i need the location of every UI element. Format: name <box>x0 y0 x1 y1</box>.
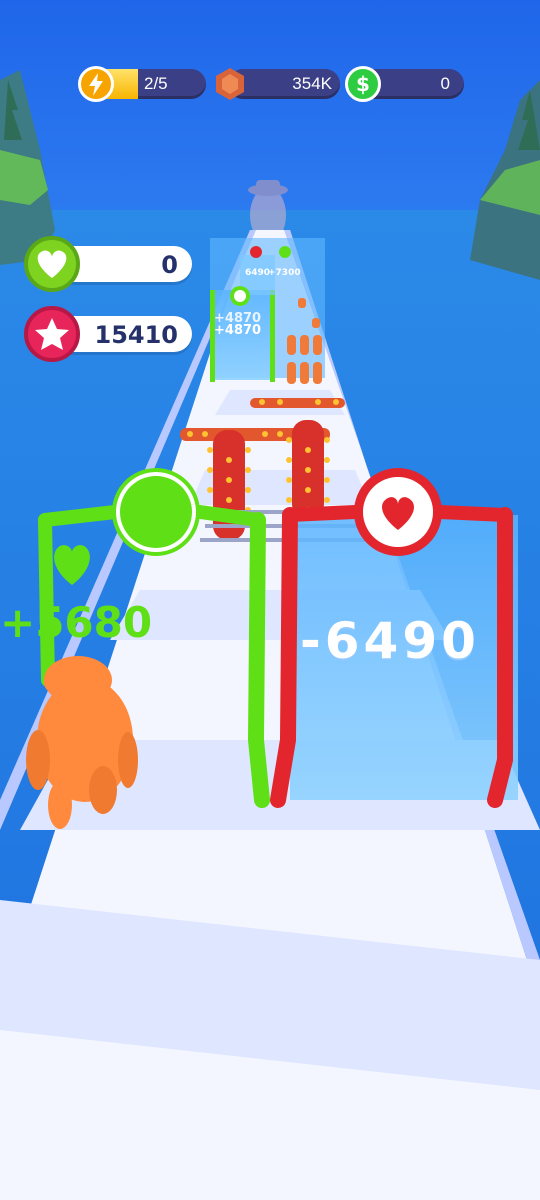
lightning-icon <box>78 66 114 102</box>
stars-value: 15410 <box>94 321 179 349</box>
dollar-symbol: $ <box>356 72 370 96</box>
green-gate-value: +5680 <box>0 598 153 647</box>
gem-count: 354K <box>292 74 332 93</box>
red-gate-value: -6490 <box>300 612 480 670</box>
heart-icon <box>24 236 80 292</box>
far-gates: +4870 +4870 +7300 6490 <box>210 238 325 382</box>
green-gate-circle-icon <box>120 476 192 548</box>
hearts-value: 0 <box>161 251 178 279</box>
gem-icon <box>212 66 248 102</box>
far-gate-value: 6490 <box>245 268 270 278</box>
dollar-icon: $ <box>345 66 381 102</box>
far-gate-value: +4870 <box>214 323 261 338</box>
cash-count: 0 <box>440 74 450 93</box>
far-gate-value: +7300 <box>268 268 301 278</box>
star-icon <box>24 306 80 362</box>
energy-text: 2/5 <box>144 74 168 93</box>
